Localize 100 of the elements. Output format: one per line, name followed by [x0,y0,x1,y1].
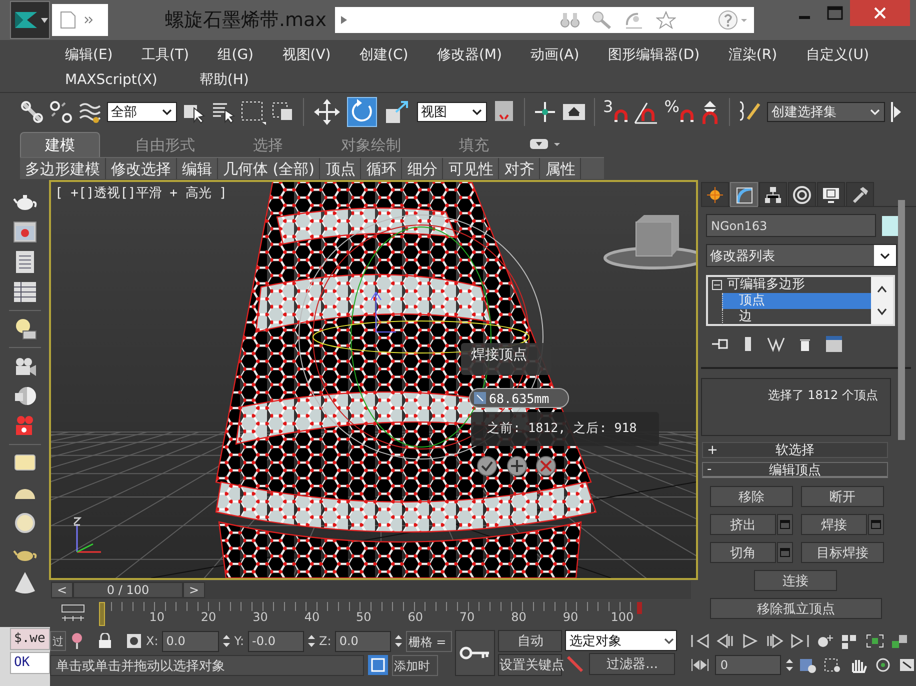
menu-item[interactable]: 编辑(E) [58,46,120,64]
menu-item[interactable]: 创建(C) [352,46,416,64]
scroll-up-icon[interactable] [875,284,889,294]
cone-icon[interactable] [12,571,36,595]
rollout-button[interactable]: 断开 [801,486,884,507]
configure-sets-icon[interactable] [825,335,843,353]
selection-filter-dropdown[interactable]: 全部 [107,102,177,122]
ribbon-panel-tab[interactable]: 对齐 [499,158,540,179]
modifier-list-dropdown[interactable]: 修改器列表 [706,244,897,267]
rollout-header[interactable]: + 软选择 [702,442,888,458]
key-filters-button[interactable]: 过滤器... [589,653,676,675]
spinner-arrows-icon[interactable] [308,634,316,648]
menu-item[interactable]: 组(G) [210,46,261,64]
previous-frame-icon[interactable] [715,633,736,649]
menu-item[interactable]: 工具(T) [134,46,196,64]
ribbon-panel-tab[interactable]: 修改选择 [106,158,177,179]
ribbon-panel-tab[interactable]: 顶点 [320,158,362,179]
adaptive-degradation-icon[interactable] [368,655,388,675]
rollout-button[interactable]: 挤出 [710,514,776,535]
ribbon-options-icon[interactable] [530,137,562,151]
set-key-mode-button[interactable]: 设置关键点 [498,654,562,676]
snap-toggle[interactable]: 3 [603,98,628,124]
new-file-icon[interactable] [60,11,76,29]
ribbon-tab[interactable]: 建模 [20,132,100,157]
render-frame-icon[interactable] [12,220,36,244]
link-icon[interactable] [20,100,44,124]
half-moon-camera-icon[interactable] [12,384,36,408]
ribbon-panel-tab[interactable]: 循环 [361,158,402,179]
menu-item[interactable]: 渲染(R) [721,46,784,64]
rollout-button[interactable]: 切角 [710,542,776,563]
time-slider-thumb[interactable]: < 0 / 100 > [51,582,205,598]
rectangle-selection-icon[interactable] [240,98,266,124]
spinner-arrows-icon[interactable] [395,634,402,648]
chevron-icon[interactable] [84,16,94,24]
key-mode-icon[interactable] [61,604,85,622]
rollout-button[interactable]: 移除 [710,486,793,507]
close-icon[interactable] [850,0,910,26]
maximize-viewport-icon[interactable] [898,657,916,673]
time-marker[interactable] [99,602,105,626]
menu-item[interactable]: 自定义(U) [798,46,876,64]
ribbon-panel-tab[interactable]: 属性 [540,158,582,179]
time-slider-track[interactable]: < 0 / 100 > [51,581,691,599]
go-to-start-icon[interactable] [690,633,710,649]
zoom-icon[interactable] [815,633,836,649]
expand-arrow-icon[interactable] [341,16,347,24]
unlink-icon[interactable] [49,100,73,124]
collapse-icon[interactable] [712,280,722,290]
ribbon-panel-tab[interactable]: 几何体 (全部) [218,158,320,179]
isolate-toggle[interactable]: 过 [50,631,66,651]
sub-object-item[interactable]: 顶点 [722,293,871,309]
scrollbar[interactable] [898,200,905,440]
set-key-button[interactable] [455,630,496,676]
weld-threshold-field[interactable]: 68.635mm [469,388,569,408]
rollout-button[interactable]: 焊接 [801,514,867,535]
y-coordinate-field[interactable]: -0.0 [248,630,304,652]
pin-icon[interactable] [70,632,84,650]
script-input-field[interactable]: $.we [10,628,50,650]
rollout-button[interactable]: 连接 [754,570,837,591]
percent-snap-toggle[interactable]: % [664,98,694,124]
command-panel-tab[interactable] [846,182,874,207]
object-color-swatch[interactable] [882,216,899,236]
binoculars-icon[interactable] [560,11,580,29]
ribbon-tab[interactable]: 自由形式 [112,132,218,157]
coordinate-system-dropdown[interactable]: 视图 [417,102,487,122]
ribbon-tab[interactable]: 选择 [230,132,306,157]
viewport-label[interactable]: [ +[]透视[]平滑 + 高光 ] [55,184,227,202]
make-unique-icon[interactable] [767,336,785,352]
auto-key-button[interactable]: 自动 [498,630,562,652]
ribbon-panel-tab[interactable]: 多边形建模 [20,158,106,179]
menu-item[interactable]: 动画(A) [524,46,586,64]
command-panel-tab[interactable] [788,182,816,207]
rollout-button[interactable]: 目标焊接 [801,542,884,563]
spinner-arrows-icon[interactable] [786,658,794,672]
lock-icon[interactable] [98,633,112,649]
rollout-header[interactable]: - 编辑顶点 [702,462,888,478]
ribbon-panel-tab[interactable]: 编辑 [177,158,218,179]
ribbon-panel-tab[interactable]: 可见性 [443,158,500,179]
absolute-mode-icon[interactable] [126,633,142,649]
current-frame-field[interactable]: 0 [715,655,782,675]
ribbon-tab[interactable]: 填充 [436,132,512,157]
x-coordinate-field[interactable]: 0.0 [162,630,220,652]
command-panel-tab[interactable] [817,182,845,207]
menu-item[interactable]: 图形编辑器(D) [600,46,707,64]
named-selection-set-dropdown[interactable]: 创建选择集 [767,102,886,122]
mirror-icon[interactable] [890,100,902,124]
menu-item[interactable]: 帮助(H) [192,70,256,88]
spinner-arrows-icon[interactable] [223,634,230,648]
pin-stack-icon[interactable] [711,337,729,351]
show-end-result-icon[interactable] [743,336,753,352]
ribbon-panel-tab[interactable]: 细分 [402,158,444,179]
command-panel-tab[interactable] [701,182,729,207]
previous-frame-button[interactable]: < [51,582,73,598]
ribbon-tab[interactable]: 对象绘制 [318,132,424,157]
table-icon[interactable] [12,280,36,304]
application-button[interactable] [10,1,50,39]
command-panel-tab[interactable] [759,182,787,207]
move-tool-button[interactable] [312,96,342,126]
key-mode-toggle-icon[interactable] [690,657,710,673]
menu-item[interactable]: 修改器(M) [430,46,509,64]
zoom-extents-icon[interactable] [865,633,886,649]
